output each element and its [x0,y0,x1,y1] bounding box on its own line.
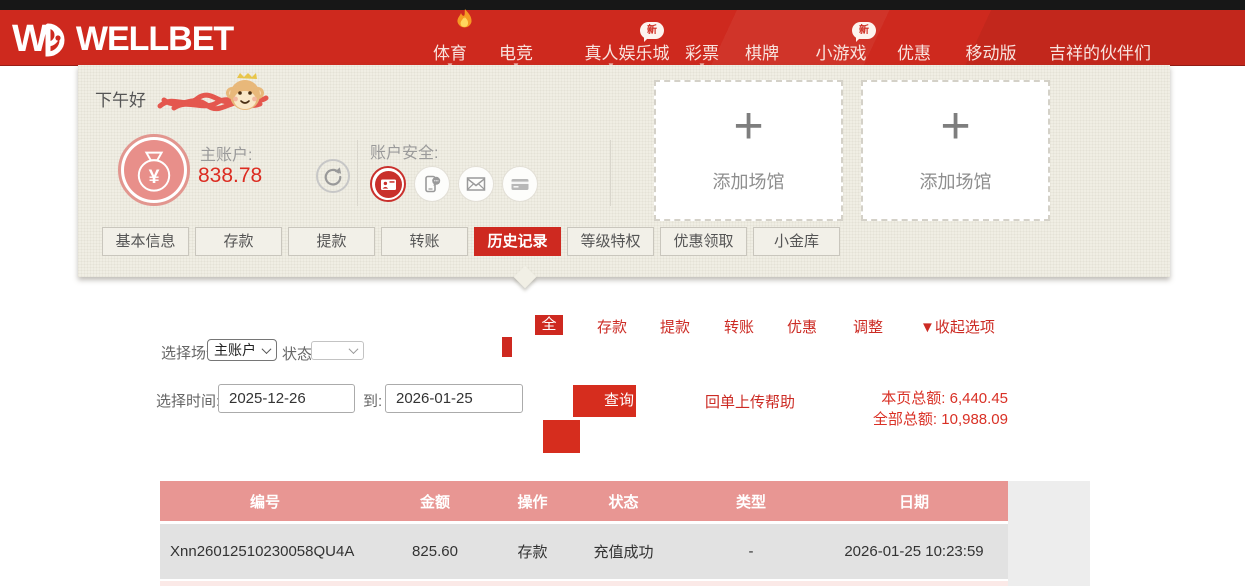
red-marker-bar [502,337,512,357]
table-side-strip [1008,481,1090,586]
main-account-label: 主账户: [200,141,252,165]
monkey-avatar [223,71,267,115]
all-total-value: 10,988.09 [941,411,1008,428]
all-total-label: 全部总额: [873,411,937,428]
table-header-row: 编号 金额 操作 状态 类型 日期 [160,481,1008,521]
tab-history[interactable]: 历史记录 [474,227,561,256]
venue-select-value: 主账户 [214,340,256,360]
chevron-down-icon [349,344,359,354]
nav-live-casino[interactable]: 真人娱乐城 [585,39,670,64]
tab-transfer[interactable]: 转账 [381,227,468,256]
status-select[interactable] [311,341,364,360]
svg-text:¥: ¥ [149,166,160,188]
greeting-label: 下午好 [95,91,146,110]
filter-transfer[interactable]: 转账 [724,316,754,337]
header-id: 编号 [160,491,370,512]
account-panel: 下午好88 ¥ 主账户: 838.78 [78,65,1170,277]
header-status: 状态 [565,491,682,512]
plus-icon: + [863,100,1048,152]
filter-withdraw[interactable]: 提款 [660,316,690,337]
page-total-value: 6,440.45 [950,390,1008,407]
red-square-button[interactable] [543,420,580,453]
fire-icon [456,8,473,30]
divider [357,140,358,206]
plus-icon: + [656,100,841,152]
table-row[interactable]: Xnn26012510230058QU4A 825.60 存款 充值成功 - 2… [160,524,1008,579]
cell-operation: 存款 [500,541,565,562]
to-label: 到: [363,390,382,411]
cell-status: 充值成功 [565,541,682,562]
all-total: 全部总额: 10,988.09 [828,408,1008,429]
logo-w-letter: W [12,18,46,61]
header-type: 类型 [682,491,820,512]
nav-mobile[interactable]: 移动版 [966,39,1017,64]
nav-partners[interactable]: 吉祥的伙伴们 [1049,39,1151,64]
date-from-input[interactable]: 2025-12-26 [218,384,355,413]
cell-id: Xnn26012510230058QU4A [160,543,370,560]
tab-vip-level[interactable]: 等级特权 [567,227,654,256]
tab-vault[interactable]: 小金库 [753,227,840,256]
header-operation: 操作 [500,491,565,512]
nav-mini-games[interactable]: 小游戏 [816,39,867,64]
chevron-down-icon [262,344,272,354]
filter-promo[interactable]: 优惠 [787,316,817,337]
add-venue-label: 添加场馆 [656,168,841,194]
cell-type: - [682,543,820,560]
venue-select[interactable]: 主账户 [207,339,277,361]
id-card-security-icon[interactable] [370,166,406,202]
receipt-upload-help-link[interactable]: 回单上传帮助 [705,391,795,412]
filter-deposit[interactable]: 存款 [597,316,627,337]
nav-board-games[interactable]: 棋牌 [745,39,779,64]
collapse-options-link[interactable]: ▼收起选项 [920,316,995,337]
wellbet-logo[interactable]: W WELLBET [12,18,233,60]
time-select-label: 选择时间: [156,390,220,411]
top-black-bar [0,0,1245,10]
filter-adjust[interactable]: 调整 [853,316,883,337]
bank-card-security-icon[interactable] [502,166,538,202]
divider [610,140,611,206]
page-total-label: 本页总额: [881,390,945,407]
history-table: 编号 金额 操作 状态 类型 日期 Xnn26012510230058QU4A … [160,481,1008,586]
add-venue-box[interactable]: + 添加场馆 [654,80,843,221]
sms-phone-security-icon[interactable] [414,166,450,202]
page-total: 本页总额: 6,440.45 [828,387,1008,408]
triangle-down-icon: ▼ [920,319,935,336]
cell-date: 2026-01-25 10:23:59 [820,543,1008,560]
account-tabs: 基本信息 存款 提款 转账 历史记录 等级特权 优惠领取 小金库 [102,227,840,256]
cell-amount: 825.60 [370,543,500,560]
collapse-options-label: 收起选项 [935,319,995,336]
new-badge: 新 [640,22,664,39]
new-badge: 新 [852,22,876,39]
logo-spiral-b-icon [44,23,74,57]
add-venue-box[interactable]: + 添加场馆 [861,80,1050,221]
account-security-label: 账户安全: [370,139,438,163]
tab-basic-info[interactable]: 基本信息 [102,227,189,256]
search-button[interactable]: 查询 [573,385,636,417]
main-navbar: W WELLBET 体育 ▼ 电竞 ▼ 真人娱乐城 新 ▼ 彩票 ▼ 棋牌 小游… [0,10,1245,66]
tab-withdraw[interactable]: 提款 [288,227,375,256]
filter-all[interactable]: 全部 [535,315,563,335]
date-to-input[interactable]: 2026-01-25 [385,384,523,413]
header-amount: 金额 [370,491,500,512]
add-venue-label: 添加场馆 [863,168,1048,194]
nav-promotions[interactable]: 优惠 [897,39,931,64]
tab-promo-claim[interactable]: 优惠领取 [660,227,747,256]
account-balance: 838.78 [198,164,262,188]
refresh-balance-button[interactable] [316,159,350,193]
tab-deposit[interactable]: 存款 [195,227,282,256]
next-row-edge [160,581,1008,586]
header-date: 日期 [820,491,1008,512]
refresh-icon [323,166,343,186]
money-bag-icon: ¥ [118,134,190,206]
mail-security-icon[interactable] [458,166,494,202]
logo-wordmark: WELLBET [76,20,233,59]
